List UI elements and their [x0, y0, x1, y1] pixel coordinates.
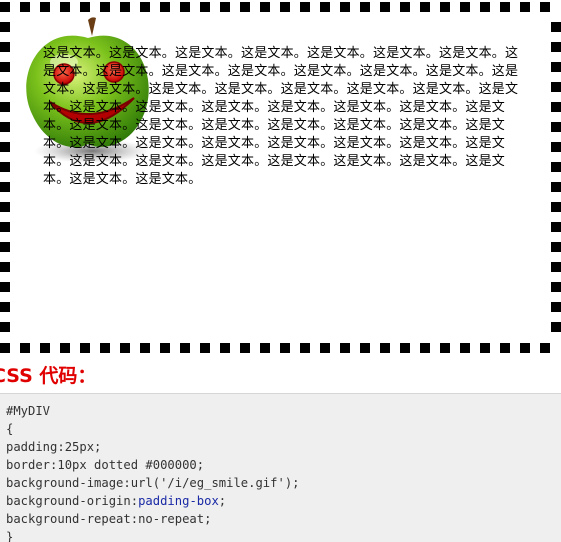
code-line-padding: padding:25px; [6, 440, 102, 454]
page: 这是文本。这是文本。这是文本。这是文本。这是文本。这是文本。这是文本。这是文本。… [0, 0, 561, 542]
code-semicolon: ; [218, 494, 227, 508]
code-line-close-brace: } [6, 530, 14, 542]
demo-box: 这是文本。这是文本。这是文本。这是文本。这是文本。这是文本。这是文本。这是文本。… [0, 2, 561, 353]
code-value-keyword: padding-box [138, 494, 219, 508]
code-property: background-origin: [6, 494, 139, 508]
css-code-heading: CSS 代码： [0, 365, 97, 387]
code-line-border: border:10px dotted #000000; [6, 458, 205, 472]
code-line-selector: #MyDIV [6, 404, 51, 418]
code-line-background-repeat: background-repeat:no-repeat; [6, 512, 212, 526]
demo-paragraph: 这是文本。这是文本。这是文本。这是文本。这是文本。这是文本。这是文本。这是文本。… [43, 46, 519, 187]
code-line-background-image: background-image:url('/i/eg_smile.gif'); [6, 476, 300, 490]
code-line-open-brace: { [6, 422, 14, 436]
code-line-background-origin: background-origin:padding-box; [6, 492, 561, 510]
css-code-block: #MyDIV { padding:25px; border:10px dotte… [0, 393, 561, 542]
